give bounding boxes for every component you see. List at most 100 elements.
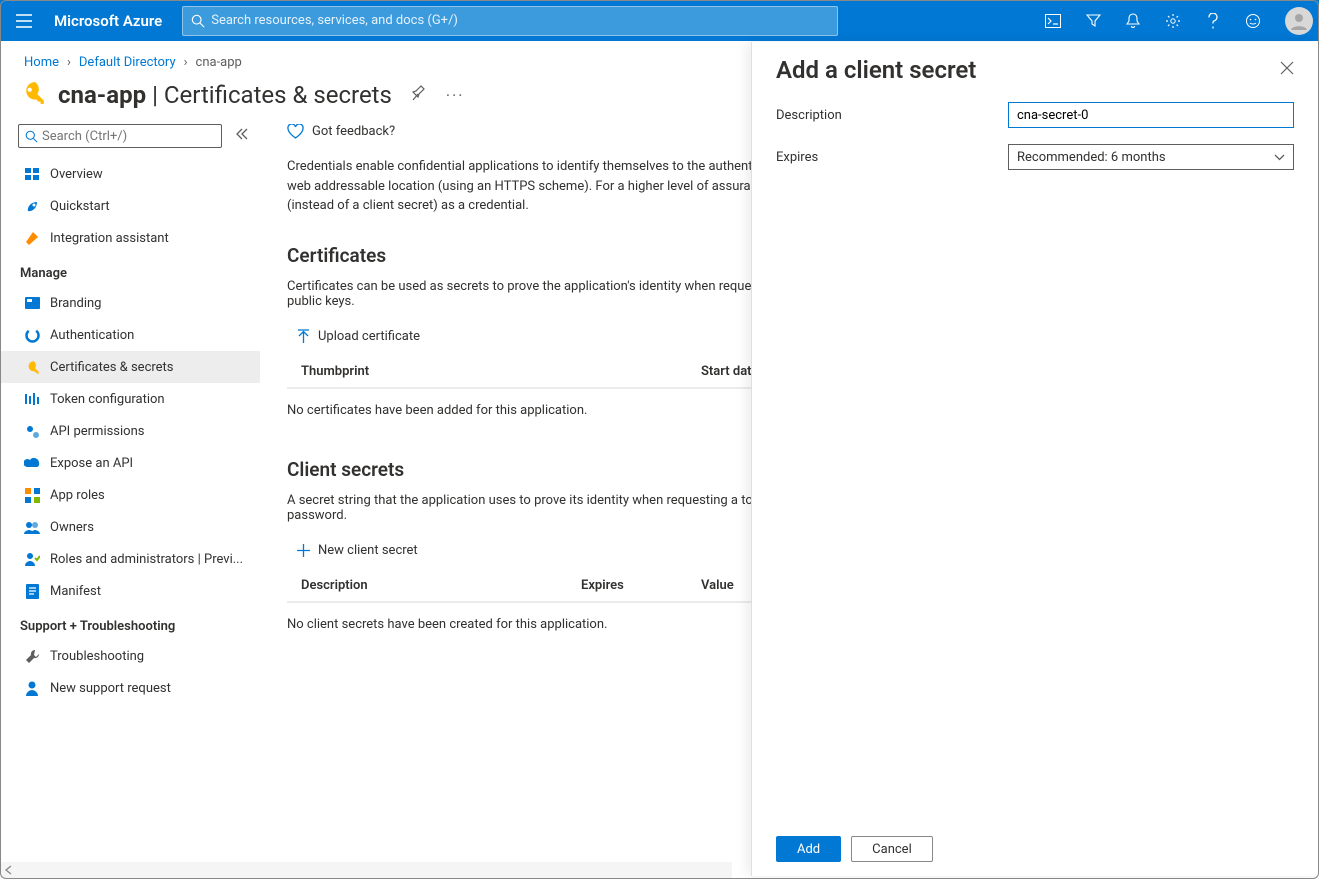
directories-button[interactable] bbox=[1073, 0, 1113, 41]
pin-icon bbox=[412, 85, 426, 101]
gear-icon bbox=[1165, 13, 1181, 29]
hamburger-menu-button[interactable] bbox=[0, 0, 48, 41]
help-button[interactable] bbox=[1193, 0, 1233, 41]
sidebar-item-overview[interactable]: Overview bbox=[18, 158, 261, 190]
sidebar-search[interactable] bbox=[18, 124, 222, 148]
manifest-icon bbox=[22, 584, 42, 599]
collapse-sidebar-button[interactable] bbox=[236, 128, 248, 144]
sidebar-item-label: App roles bbox=[50, 488, 105, 503]
integration-icon bbox=[22, 231, 42, 246]
sidebar-item-app-roles[interactable]: App roles bbox=[18, 479, 261, 511]
api-permissions-icon bbox=[22, 424, 42, 439]
chevron-left-icon bbox=[4, 865, 14, 875]
breadcrumb-home[interactable]: Home bbox=[24, 55, 59, 70]
new-client-secret-label: New client secret bbox=[318, 543, 418, 558]
expires-field-label: Expires bbox=[776, 150, 1008, 165]
sidebar-item-manifest[interactable]: Manifest bbox=[18, 575, 261, 607]
rocket-icon bbox=[22, 199, 42, 214]
sidebar-item-label: Manifest bbox=[50, 584, 101, 599]
sidebar-item-branding[interactable]: Branding bbox=[18, 287, 261, 319]
settings-button[interactable] bbox=[1153, 0, 1193, 41]
global-search-input[interactable] bbox=[211, 13, 829, 28]
sidebar-item-label: Troubleshooting bbox=[50, 649, 144, 664]
chevrons-left-icon bbox=[236, 128, 248, 140]
sidebar-item-troubleshooting[interactable]: Troubleshooting bbox=[18, 640, 261, 672]
description-input[interactable] bbox=[1008, 102, 1294, 128]
panel-title: Add a client secret bbox=[776, 56, 976, 84]
sidebar-item-integration-assistant[interactable]: Integration assistant bbox=[18, 222, 261, 254]
sidebar-item-owners[interactable]: Owners bbox=[18, 511, 261, 543]
owners-icon bbox=[22, 521, 42, 534]
sidebar-item-certificates-secrets[interactable]: Certificates & secrets bbox=[0, 351, 260, 383]
cancel-button[interactable]: Cancel bbox=[851, 836, 933, 862]
support-icon bbox=[22, 681, 42, 696]
authentication-icon bbox=[22, 328, 42, 343]
account-button[interactable] bbox=[1279, 0, 1319, 41]
sidebar-item-expose-api[interactable]: Expose an API bbox=[18, 447, 261, 479]
top-icon-bar bbox=[1033, 0, 1273, 41]
secrets-col-value: Value bbox=[701, 578, 734, 593]
add-client-secret-panel: Add a client secret Description Expires … bbox=[751, 42, 1318, 876]
sidebar-item-label: Expose an API bbox=[50, 456, 133, 471]
sidebar-item-label: Authentication bbox=[50, 328, 134, 343]
pin-button[interactable] bbox=[412, 85, 426, 105]
search-icon bbox=[25, 130, 38, 143]
overview-icon bbox=[22, 168, 42, 181]
sidebar-item-authentication[interactable]: Authentication bbox=[18, 319, 261, 351]
smiley-icon bbox=[1245, 13, 1261, 29]
sidebar-item-label: Roles and administrators | Previ... bbox=[50, 552, 243, 567]
sidebar-item-new-support-request[interactable]: New support request bbox=[18, 672, 261, 704]
add-button[interactable]: Add bbox=[776, 836, 841, 862]
expires-select-value: Recommended: 6 months bbox=[1017, 150, 1166, 165]
sidebar-heading-support: Support + Troubleshooting bbox=[20, 619, 261, 634]
chevron-right-icon: › bbox=[67, 55, 71, 70]
plus-icon bbox=[297, 544, 310, 557]
help-icon bbox=[1208, 13, 1218, 29]
expose-api-icon bbox=[22, 457, 42, 469]
key-icon bbox=[20, 80, 48, 110]
more-icon: ··· bbox=[446, 86, 465, 105]
global-search[interactable] bbox=[182, 6, 838, 36]
page-title: cna-app | Certificates & secrets bbox=[58, 81, 392, 109]
chevron-right-icon: › bbox=[184, 55, 188, 70]
breadcrumb-current: cna-app bbox=[196, 55, 242, 70]
description-field-label: Description bbox=[776, 108, 1008, 123]
sidebar-search-input[interactable] bbox=[42, 129, 215, 144]
breadcrumb-directory[interactable]: Default Directory bbox=[79, 55, 176, 70]
notifications-button[interactable] bbox=[1113, 0, 1153, 41]
horizontal-scrollbar[interactable] bbox=[0, 862, 732, 878]
search-icon bbox=[191, 14, 205, 28]
feedback-button[interactable] bbox=[1233, 0, 1273, 41]
upload-icon bbox=[297, 329, 310, 344]
hamburger-icon bbox=[16, 14, 32, 28]
sidebar-item-label: Quickstart bbox=[50, 199, 110, 214]
sidebar-item-label: Branding bbox=[50, 296, 101, 311]
sidebar-item-api-permissions[interactable]: API permissions bbox=[18, 415, 261, 447]
chevron-down-icon bbox=[1274, 154, 1285, 161]
close-panel-button[interactable] bbox=[1280, 61, 1294, 79]
close-icon bbox=[1280, 61, 1294, 75]
certificates-col-thumbprint: Thumbprint bbox=[301, 364, 701, 379]
top-navigation-bar: Microsoft Azure bbox=[0, 0, 1319, 41]
sidebar-item-label: API permissions bbox=[50, 424, 145, 439]
avatar-icon bbox=[1285, 7, 1313, 35]
sidebar-item-quickstart[interactable]: Quickstart bbox=[18, 190, 261, 222]
cloud-shell-button[interactable] bbox=[1033, 0, 1073, 41]
secrets-col-description: Description bbox=[301, 578, 581, 593]
sidebar-item-label: Owners bbox=[50, 520, 94, 535]
sidebar-item-label: New support request bbox=[50, 681, 171, 696]
heart-icon bbox=[287, 124, 304, 139]
wrench-icon bbox=[22, 649, 42, 664]
sidebar-item-token-configuration[interactable]: Token configuration bbox=[18, 383, 261, 415]
expires-select[interactable]: Recommended: 6 months bbox=[1008, 144, 1294, 170]
key-icon bbox=[22, 360, 42, 375]
page-title-app: cna-app bbox=[58, 81, 146, 109]
cloud-shell-icon bbox=[1045, 14, 1061, 28]
page-title-section: Certificates & secrets bbox=[164, 81, 392, 109]
sidebar-item-roles-administrators[interactable]: Roles and administrators | Previ... bbox=[18, 543, 261, 575]
left-sidebar: Overview Quickstart Integration assistan… bbox=[0, 124, 261, 872]
more-button[interactable]: ··· bbox=[446, 86, 465, 105]
secrets-col-expires: Expires bbox=[581, 578, 701, 593]
roles-icon bbox=[22, 552, 42, 566]
sidebar-item-label: Token configuration bbox=[50, 392, 165, 407]
